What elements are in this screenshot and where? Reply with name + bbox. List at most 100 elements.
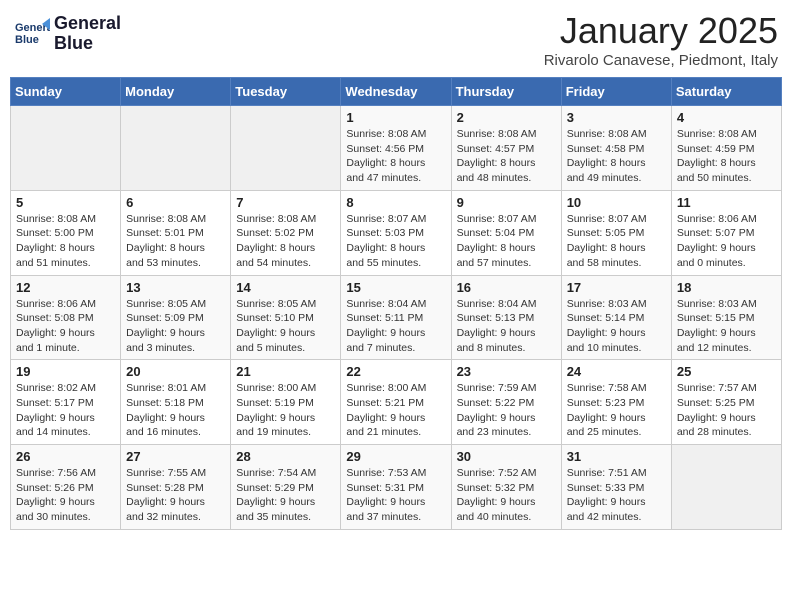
calendar-cell <box>121 106 231 191</box>
calendar-cell <box>11 106 121 191</box>
calendar-week-row: 5 Sunrise: 8:08 AM Sunset: 5:00 PM Daylig… <box>11 190 782 275</box>
day-info: Sunrise: 8:03 AM Sunset: 5:15 PM Dayligh… <box>677 297 777 356</box>
day-number: 19 <box>16 364 116 379</box>
day-info: Sunrise: 8:08 AM Sunset: 4:56 PM Dayligh… <box>346 127 446 186</box>
weekday-header-monday: Monday <box>121 78 231 106</box>
calendar-cell: 27 Sunrise: 7:55 AM Sunset: 5:28 PM Dayli… <box>121 445 231 530</box>
day-info: Sunrise: 8:07 AM Sunset: 5:03 PM Dayligh… <box>346 212 446 271</box>
day-number: 23 <box>457 364 557 379</box>
calendar-cell: 30Sunrise: 7:52 AM Sunset: 5:32 PM Dayli… <box>451 445 561 530</box>
calendar-cell: 5 Sunrise: 8:08 AM Sunset: 5:00 PM Daylig… <box>11 190 121 275</box>
calendar-cell: 24 Sunrise: 7:58 AM Sunset: 5:23 PM Dayli… <box>561 360 671 445</box>
calendar-week-row: 1 Sunrise: 8:08 AM Sunset: 4:56 PM Daylig… <box>11 106 782 191</box>
day-info: Sunrise: 8:07 AM Sunset: 5:04 PM Dayligh… <box>457 212 557 271</box>
calendar-cell: 23 Sunrise: 7:59 AM Sunset: 5:22 PM Dayli… <box>451 360 561 445</box>
logo-text-line1: General <box>54 14 121 34</box>
day-number: 9 <box>457 195 557 210</box>
day-info: Sunrise: 8:08 AM Sunset: 4:57 PM Dayligh… <box>457 127 557 186</box>
calendar-week-row: 12Sunrise: 8:06 AM Sunset: 5:08 PM Dayli… <box>11 275 782 360</box>
weekday-header-thursday: Thursday <box>451 78 561 106</box>
calendar-cell: 20Sunrise: 8:01 AM Sunset: 5:18 PM Dayli… <box>121 360 231 445</box>
day-info: Sunrise: 8:08 AM Sunset: 4:58 PM Dayligh… <box>567 127 667 186</box>
day-number: 24 <box>567 364 667 379</box>
day-number: 31 <box>567 449 667 464</box>
calendar-cell <box>231 106 341 191</box>
day-info: Sunrise: 8:06 AM Sunset: 5:07 PM Dayligh… <box>677 212 777 271</box>
day-number: 21 <box>236 364 336 379</box>
day-info: Sunrise: 8:03 AM Sunset: 5:14 PM Dayligh… <box>567 297 667 356</box>
logo-text-line2: Blue <box>54 34 121 54</box>
day-info: Sunrise: 7:55 AM Sunset: 5:28 PM Dayligh… <box>126 466 226 525</box>
day-info: Sunrise: 8:08 AM Sunset: 5:01 PM Dayligh… <box>126 212 226 271</box>
day-number: 29 <box>346 449 446 464</box>
calendar-cell: 21 Sunrise: 8:00 AM Sunset: 5:19 PM Dayli… <box>231 360 341 445</box>
calendar-cell: 28 Sunrise: 7:54 AM Sunset: 5:29 PM Dayli… <box>231 445 341 530</box>
weekday-header-wednesday: Wednesday <box>341 78 451 106</box>
calendar-cell: 3 Sunrise: 8:08 AM Sunset: 4:58 PM Daylig… <box>561 106 671 191</box>
day-number: 11 <box>677 195 777 210</box>
calendar-cell: 9 Sunrise: 8:07 AM Sunset: 5:04 PM Daylig… <box>451 190 561 275</box>
day-number: 28 <box>236 449 336 464</box>
calendar-cell: 10Sunrise: 8:07 AM Sunset: 5:05 PM Dayli… <box>561 190 671 275</box>
day-number: 12 <box>16 280 116 295</box>
day-number: 13 <box>126 280 226 295</box>
day-number: 18 <box>677 280 777 295</box>
weekday-header-sunday: Sunday <box>11 78 121 106</box>
day-number: 3 <box>567 110 667 125</box>
calendar-table: SundayMondayTuesdayWednesdayThursdayFrid… <box>10 77 782 530</box>
day-number: 15 <box>346 280 446 295</box>
logo-icon: General Blue <box>14 16 50 52</box>
calendar-subtitle: Rivarolo Canavese, Piedmont, Italy <box>544 52 778 69</box>
day-number: 1 <box>346 110 446 125</box>
day-info: Sunrise: 8:08 AM Sunset: 5:02 PM Dayligh… <box>236 212 336 271</box>
day-info: Sunrise: 8:05 AM Sunset: 5:09 PM Dayligh… <box>126 297 226 356</box>
calendar-week-row: 26 Sunrise: 7:56 AM Sunset: 5:26 PM Dayli… <box>11 445 782 530</box>
day-number: 22 <box>346 364 446 379</box>
day-number: 6 <box>126 195 226 210</box>
calendar-cell: 22 Sunrise: 8:00 AM Sunset: 5:21 PM Dayli… <box>341 360 451 445</box>
calendar-cell: 18 Sunrise: 8:03 AM Sunset: 5:15 PM Dayli… <box>671 275 781 360</box>
calendar-cell: 12Sunrise: 8:06 AM Sunset: 5:08 PM Dayli… <box>11 275 121 360</box>
day-number: 14 <box>236 280 336 295</box>
calendar-cell: 15Sunrise: 8:04 AM Sunset: 5:11 PM Dayli… <box>341 275 451 360</box>
day-number: 10 <box>567 195 667 210</box>
calendar-cell: 2 Sunrise: 8:08 AM Sunset: 4:57 PM Daylig… <box>451 106 561 191</box>
day-info: Sunrise: 7:57 AM Sunset: 5:25 PM Dayligh… <box>677 381 777 440</box>
calendar-cell: 14 Sunrise: 8:05 AM Sunset: 5:10 PM Dayli… <box>231 275 341 360</box>
day-info: Sunrise: 7:59 AM Sunset: 5:22 PM Dayligh… <box>457 381 557 440</box>
calendar-cell: 6 Sunrise: 8:08 AM Sunset: 5:01 PM Daylig… <box>121 190 231 275</box>
day-info: Sunrise: 8:00 AM Sunset: 5:21 PM Dayligh… <box>346 381 446 440</box>
calendar-cell: 7Sunrise: 8:08 AM Sunset: 5:02 PM Daylig… <box>231 190 341 275</box>
day-number: 20 <box>126 364 226 379</box>
calendar-title: January 2025 <box>544 10 778 52</box>
calendar-cell: 25Sunrise: 7:57 AM Sunset: 5:25 PM Dayli… <box>671 360 781 445</box>
day-info: Sunrise: 7:51 AM Sunset: 5:33 PM Dayligh… <box>567 466 667 525</box>
calendar-cell: 16 Sunrise: 8:04 AM Sunset: 5:13 PM Dayli… <box>451 275 561 360</box>
day-info: Sunrise: 7:54 AM Sunset: 5:29 PM Dayligh… <box>236 466 336 525</box>
day-info: Sunrise: 7:58 AM Sunset: 5:23 PM Dayligh… <box>567 381 667 440</box>
day-number: 5 <box>16 195 116 210</box>
calendar-cell: 1 Sunrise: 8:08 AM Sunset: 4:56 PM Daylig… <box>341 106 451 191</box>
day-info: Sunrise: 7:56 AM Sunset: 5:26 PM Dayligh… <box>16 466 116 525</box>
calendar-cell: 4 Sunrise: 8:08 AM Sunset: 4:59 PM Daylig… <box>671 106 781 191</box>
day-number: 4 <box>677 110 777 125</box>
svg-text:Blue: Blue <box>15 34 39 46</box>
weekday-header-saturday: Saturday <box>671 78 781 106</box>
page-header: General Blue General Blue January 2025 R… <box>10 10 782 69</box>
day-number: 8 <box>346 195 446 210</box>
day-number: 26 <box>16 449 116 464</box>
day-info: Sunrise: 8:08 AM Sunset: 4:59 PM Dayligh… <box>677 127 777 186</box>
day-number: 16 <box>457 280 557 295</box>
day-info: Sunrise: 7:53 AM Sunset: 5:31 PM Dayligh… <box>346 466 446 525</box>
day-info: Sunrise: 8:00 AM Sunset: 5:19 PM Dayligh… <box>236 381 336 440</box>
calendar-cell: 13 Sunrise: 8:05 AM Sunset: 5:09 PM Dayli… <box>121 275 231 360</box>
day-info: Sunrise: 8:02 AM Sunset: 5:17 PM Dayligh… <box>16 381 116 440</box>
calendar-cell: 11 Sunrise: 8:06 AM Sunset: 5:07 PM Dayli… <box>671 190 781 275</box>
day-info: Sunrise: 8:04 AM Sunset: 5:13 PM Dayligh… <box>457 297 557 356</box>
day-number: 27 <box>126 449 226 464</box>
day-info: Sunrise: 8:05 AM Sunset: 5:10 PM Dayligh… <box>236 297 336 356</box>
weekday-header-friday: Friday <box>561 78 671 106</box>
calendar-cell <box>671 445 781 530</box>
day-info: Sunrise: 8:08 AM Sunset: 5:00 PM Dayligh… <box>16 212 116 271</box>
day-number: 2 <box>457 110 557 125</box>
